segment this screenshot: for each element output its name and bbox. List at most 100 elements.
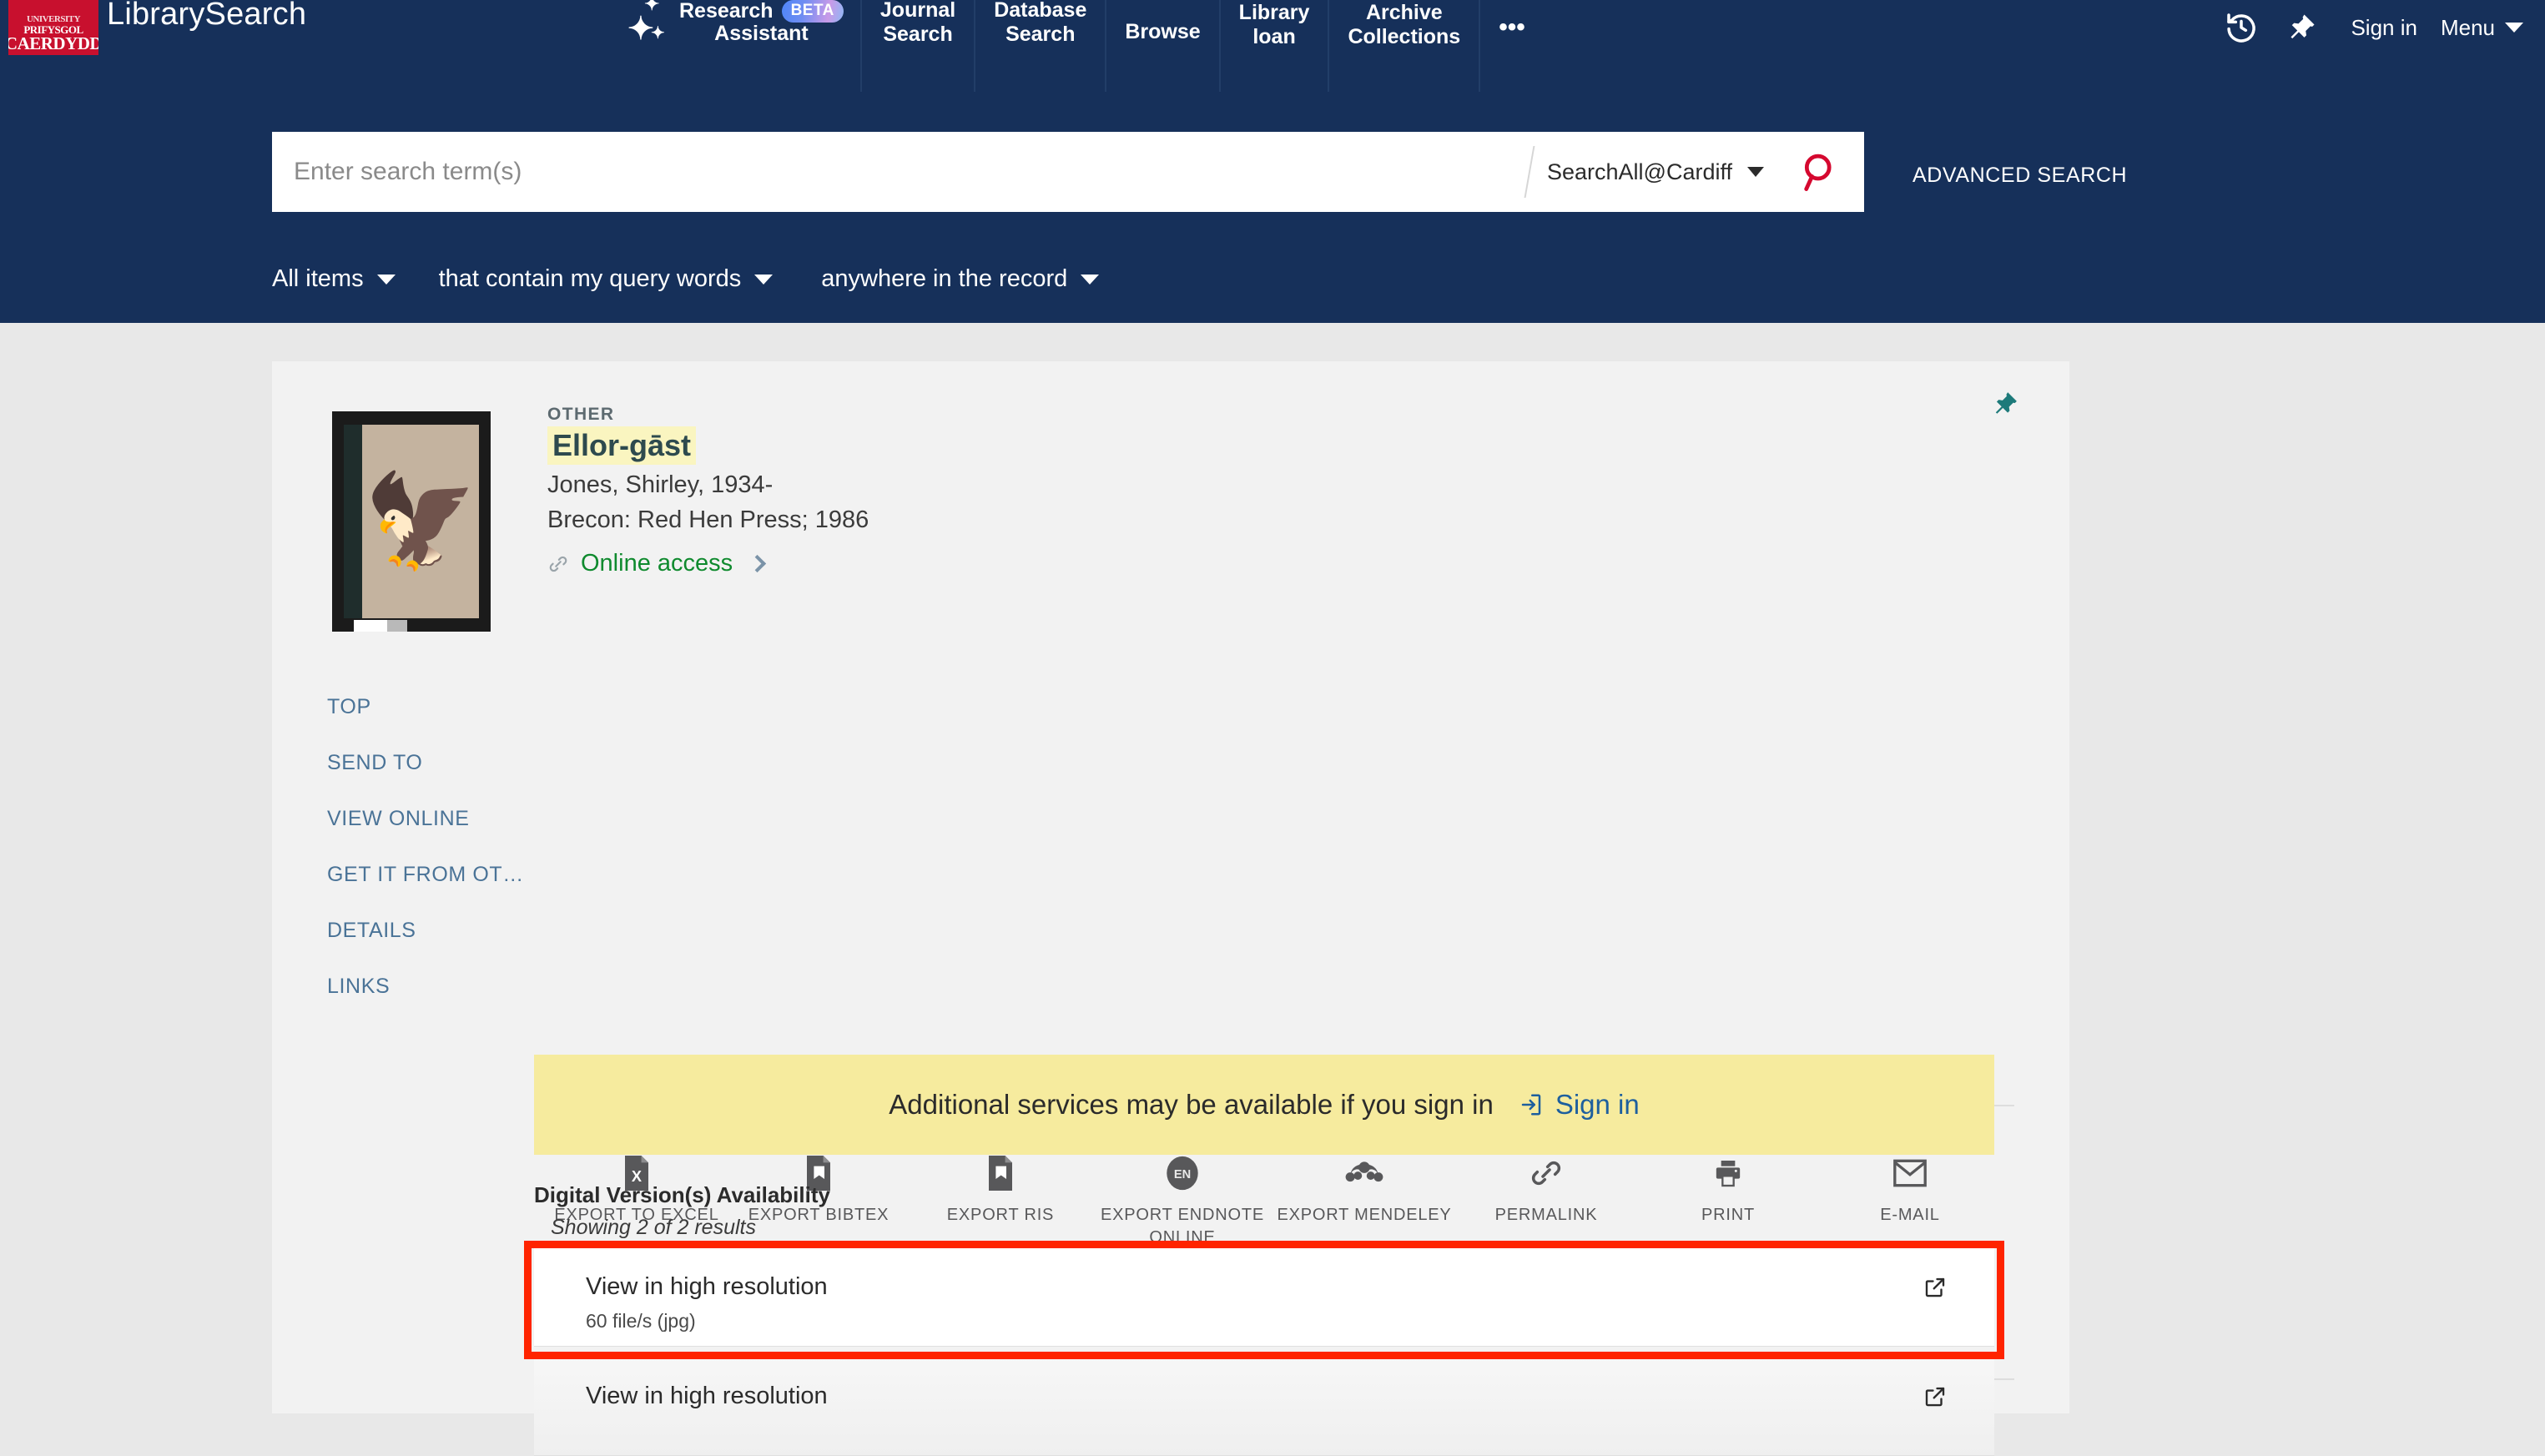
filter-query-precision-label: that contain my query words xyxy=(438,265,742,292)
scope-separator xyxy=(1524,146,1535,198)
nav-ill-line3: loan xyxy=(1252,25,1296,48)
book-cover-thumbnail[interactable]: 🦅 xyxy=(332,411,491,632)
nav-item-database-search[interactable]: Database Search xyxy=(975,0,1107,92)
sidebar-item-details[interactable]: DETAILS xyxy=(327,919,527,975)
chevron-down-icon xyxy=(1747,167,1764,177)
filter-search-field-label: anywhere in the record xyxy=(821,265,1068,292)
nav-research-assistant-line2: Assistant xyxy=(714,21,809,45)
export-endnote-online-label: EXPORT ENDNOTE ONLINE xyxy=(1100,1206,1265,1247)
nav-item-journal-search[interactable]: Journal Search xyxy=(862,0,976,92)
main-navigation: ✦ ✦ ✦ Research BETA Assistant Journal Se… xyxy=(617,0,1544,92)
nav-database-search-line1: Database xyxy=(994,0,1087,22)
search-button[interactable] xyxy=(1777,133,1864,211)
availability-title: Digital Version(s) Availability xyxy=(534,1182,830,1207)
export-ris-button[interactable]: EXPORT RIS xyxy=(910,1154,1091,1249)
beta-badge: BETA xyxy=(781,0,844,23)
result-title: View in high resolution xyxy=(586,1383,828,1409)
sidebar-item-get-it-from-others[interactable]: GET IT FROM OT… xyxy=(327,863,527,919)
sidebar-item-view-online[interactable]: VIEW ONLINE xyxy=(327,807,527,863)
cover-color-strip-grey xyxy=(387,620,407,632)
filter-search-field[interactable]: anywhere in the record xyxy=(798,259,1124,300)
menu-button[interactable]: Menu xyxy=(2441,15,2530,41)
nav-item-browse[interactable]: Browse xyxy=(1106,0,1221,92)
permalink-button[interactable]: PERMALINK xyxy=(1455,1154,1637,1249)
sidebar-item-send-to[interactable]: SEND TO xyxy=(327,751,527,807)
nav-archive-line2: Archive xyxy=(1365,1,1443,24)
link-icon xyxy=(1527,1154,1565,1192)
external-link-icon[interactable] xyxy=(1923,1275,1948,1304)
banner-sign-in-label: Sign in xyxy=(1555,1089,1640,1120)
menu-label: Menu xyxy=(2440,14,2495,40)
nav-ill-line2: Library xyxy=(1238,1,1310,24)
external-link-icon[interactable] xyxy=(1923,1384,1948,1413)
nav-browse-label: Browse xyxy=(1125,20,1201,43)
banner-sign-in-button[interactable]: Sign in xyxy=(1519,1089,1640,1121)
online-access-label: Online access xyxy=(581,550,733,577)
logo-line-1: UNIVERSITY xyxy=(26,14,81,24)
record-publication: Brecon: Red Hen Press; 1986 xyxy=(547,506,869,533)
search-scope-label: SearchAll@Cardiff xyxy=(1547,159,1732,184)
sign-in-link[interactable]: Sign in xyxy=(2336,15,2432,41)
mendeley-icon xyxy=(1345,1154,1383,1192)
logo-line-3: CAERDYDD xyxy=(8,33,98,53)
nav-database-search-line2: Search xyxy=(1005,23,1076,46)
nav-item-inter-library-loan[interactable]: Inter Library loan xyxy=(1221,0,1330,92)
header-right-actions: Sign in Menu xyxy=(2215,0,2530,55)
pin-icon[interactable] xyxy=(2275,2,2327,53)
export-endnote-online-button[interactable]: EN EXPORT ENDNOTE ONLINE xyxy=(1091,1154,1273,1249)
envelope-icon xyxy=(1891,1154,1929,1192)
top-navigation-bar: UNIVERSITY PRIFYSGOL CAERDYDD LibrarySea… xyxy=(0,0,2545,92)
nav-archive-line3: Collections xyxy=(1348,25,1461,48)
cover-color-strip-white xyxy=(354,620,387,632)
permalink-label: PERMALINK xyxy=(1494,1206,1598,1224)
export-mendeley-label: EXPORT MENDELEY xyxy=(1277,1206,1452,1224)
export-mendeley-button[interactable]: EXPORT MENDELEY xyxy=(1273,1154,1455,1249)
export-ris-label: EXPORT RIS xyxy=(946,1206,1055,1224)
result-view-high-resolution-1[interactable]: View in high resolution 60 file/s (jpg) xyxy=(534,1247,1994,1347)
nav-research-assistant-line1: Research xyxy=(679,0,774,23)
search-input[interactable] xyxy=(272,133,1524,211)
filter-query-precision[interactable]: that contain my query words xyxy=(421,259,799,300)
search-filter-row: All items that contain my query words an… xyxy=(272,259,1124,300)
cover-bird-illustration: 🦅 xyxy=(363,470,478,572)
print-button[interactable]: PRINT xyxy=(1637,1154,1819,1249)
chevron-right-icon xyxy=(748,554,767,573)
filter-material-type-label: All items xyxy=(272,265,364,292)
pin-record-button[interactable] xyxy=(1991,390,2019,422)
nav-item-more[interactable]: ••• xyxy=(1480,0,1544,92)
record-title[interactable]: Ellor-gāst xyxy=(547,426,697,465)
printer-icon xyxy=(1709,1154,1747,1192)
chevron-down-icon xyxy=(376,274,396,285)
sidebar-item-top[interactable]: TOP xyxy=(327,695,527,751)
history-icon[interactable] xyxy=(2215,2,2267,53)
filter-material-type[interactable]: All items xyxy=(272,259,421,300)
sparkles-icon: ✦ ✦ ✦ xyxy=(627,0,665,47)
nav-item-research-assistant[interactable]: ✦ ✦ ✦ Research BETA Assistant xyxy=(617,0,862,92)
search-scope-dropdown[interactable]: SearchAll@Cardiff xyxy=(1535,159,1777,185)
site-header: UNIVERSITY PRIFYSGOL CAERDYDD LibrarySea… xyxy=(0,0,2545,323)
e-mail-label: E-MAIL xyxy=(1880,1206,1940,1224)
more-ellipsis-icon: ••• xyxy=(1499,13,1525,41)
sign-in-banner-message: Additional services may be available if … xyxy=(889,1089,1494,1120)
nav-journal-search-line1: Journal xyxy=(879,0,956,22)
cardiff-university-logo[interactable]: UNIVERSITY PRIFYSGOL CAERDYDD xyxy=(8,0,98,55)
brand-title[interactable]: LibrarySearch xyxy=(107,0,306,33)
print-label: PRINT xyxy=(1701,1206,1755,1224)
record-section-nav: TOP SEND TO VIEW ONLINE GET IT FROM OT… … xyxy=(327,695,527,1030)
result-view-high-resolution-2[interactable]: View in high resolution xyxy=(534,1356,1994,1456)
result-detail: 60 file/s (jpg) xyxy=(586,1310,696,1332)
e-mail-button[interactable]: E-MAIL xyxy=(1819,1154,2001,1249)
link-icon xyxy=(549,556,567,572)
sign-in-banner: Additional services may be available if … xyxy=(534,1055,1994,1155)
online-access-link[interactable]: Online access xyxy=(547,550,767,577)
search-bar: SearchAll@Cardiff xyxy=(272,132,1864,212)
nav-journal-search-line2: Search xyxy=(883,23,953,46)
nav-item-archive-collections[interactable]: Search Archive Collections xyxy=(1329,0,1481,92)
result-title: View in high resolution xyxy=(586,1273,828,1300)
record-type-label: OTHER xyxy=(547,405,615,424)
ris-file-icon xyxy=(981,1154,1020,1192)
availability-subtitle: Showing 2 of 2 results xyxy=(551,1216,756,1239)
chevron-down-icon xyxy=(2505,23,2523,33)
advanced-search-link[interactable]: ADVANCED SEARCH xyxy=(1913,164,2127,188)
sidebar-item-links[interactable]: LINKS xyxy=(327,975,527,1030)
